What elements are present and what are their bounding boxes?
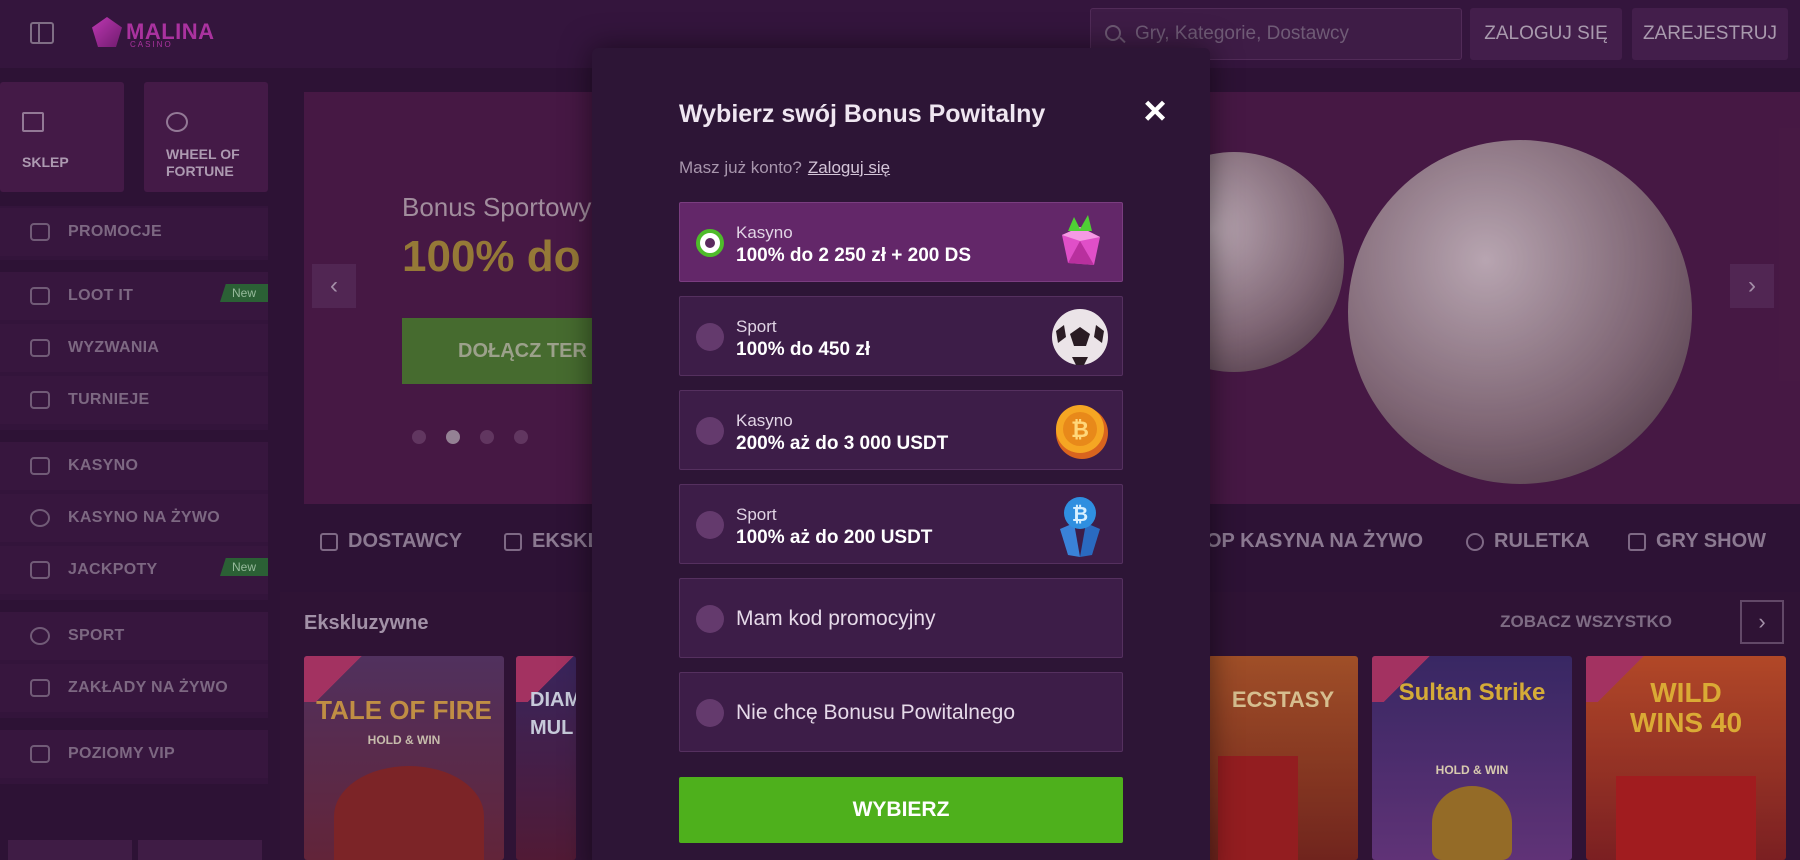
no-bonus-option[interactable]: Nie chcę Bonusu Powitalnego bbox=[679, 672, 1123, 752]
radio-selected[interactable] bbox=[696, 229, 724, 257]
bonus-value: 200% aż do 3 000 USDT bbox=[736, 433, 949, 454]
bonus-option-sport-usdt[interactable]: Sport 100% aż do 200 USDT ₿ bbox=[679, 484, 1123, 564]
welcome-bonus-modal: Wybierz swój Bonus Powitalny × Masz już … bbox=[592, 48, 1210, 860]
svg-text:₿: ₿ bbox=[1071, 418, 1089, 443]
bonus-type: Kasyno bbox=[736, 411, 793, 430]
bonus-value: 100% do 450 zł bbox=[736, 339, 871, 360]
login-prompt-text: Masz już konto? bbox=[679, 158, 802, 177]
login-link[interactable]: Zaloguj się bbox=[808, 158, 890, 177]
gem-icon bbox=[1062, 215, 1100, 265]
bitcoin-coin-icon: ₿ bbox=[1056, 405, 1108, 459]
bonus-type: Kasyno bbox=[736, 223, 793, 242]
promo-code-label: Mam kod promocyjny bbox=[736, 607, 936, 630]
bonus-value: 100% aż do 200 USDT bbox=[736, 527, 933, 548]
bonus-type: Sport bbox=[736, 505, 777, 524]
modal-login-prompt: Masz już konto? Zaloguj się bbox=[679, 158, 890, 178]
bonus-option-sport-pln[interactable]: Sport 100% do 450 zł bbox=[679, 296, 1123, 376]
modal-title: Wybierz swój Bonus Powitalny bbox=[679, 100, 1046, 128]
bonus-type: Sport bbox=[736, 317, 777, 336]
promo-code-option[interactable]: Mam kod promocyjny bbox=[679, 578, 1123, 658]
bitcoin-crystal-icon: ₿ bbox=[1060, 497, 1100, 557]
bonus-option-casino-usdt[interactable]: Kasyno 200% aż do 3 000 USDT ₿ bbox=[679, 390, 1123, 470]
bonus-value: 100% do 2 250 zł + 200 DS bbox=[736, 245, 971, 266]
radio-unselected[interactable] bbox=[696, 323, 724, 351]
football-icon bbox=[1052, 309, 1108, 365]
radio-unselected[interactable] bbox=[696, 605, 724, 633]
radio-unselected[interactable] bbox=[696, 699, 724, 727]
svg-text:₿: ₿ bbox=[1072, 502, 1088, 526]
radio-unselected[interactable] bbox=[696, 417, 724, 445]
no-bonus-label: Nie chcę Bonusu Powitalnego bbox=[736, 701, 1016, 724]
bonus-option-casino-pln[interactable]: Kasyno 100% do 2 250 zł + 200 DS bbox=[679, 202, 1123, 282]
radio-unselected[interactable] bbox=[696, 511, 724, 539]
choose-bonus-button[interactable]: WYBIERZ bbox=[679, 777, 1123, 843]
close-icon[interactable]: × bbox=[1140, 91, 1170, 131]
